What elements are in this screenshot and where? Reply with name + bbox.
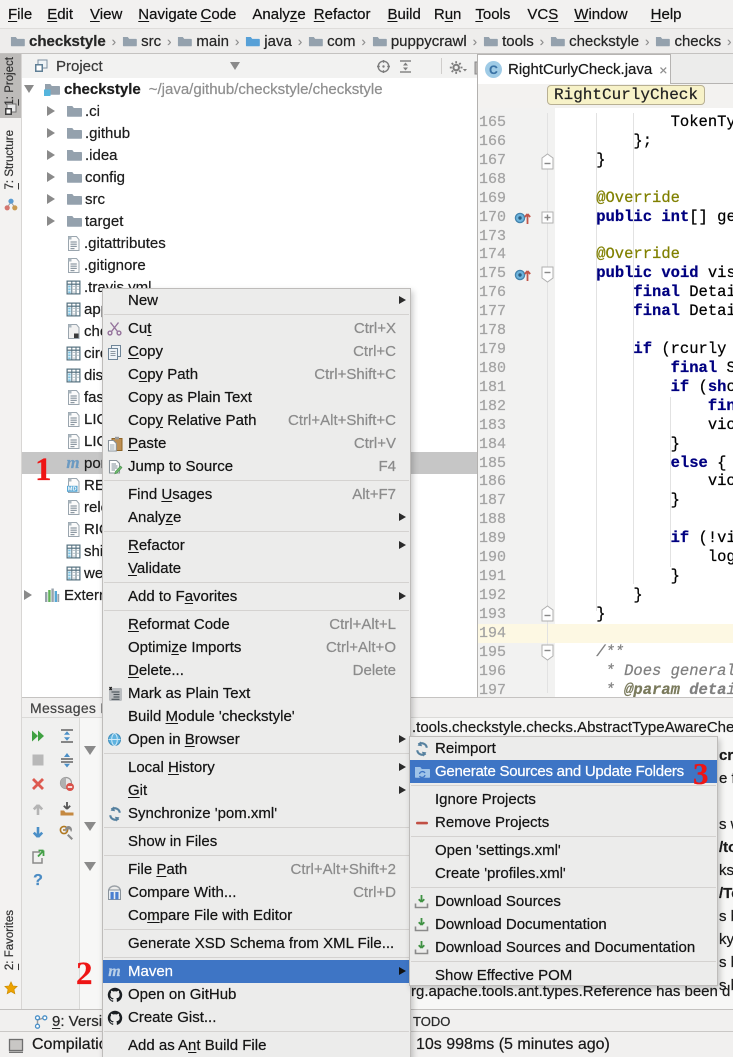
svg-text:MD: MD <box>67 487 76 493</box>
